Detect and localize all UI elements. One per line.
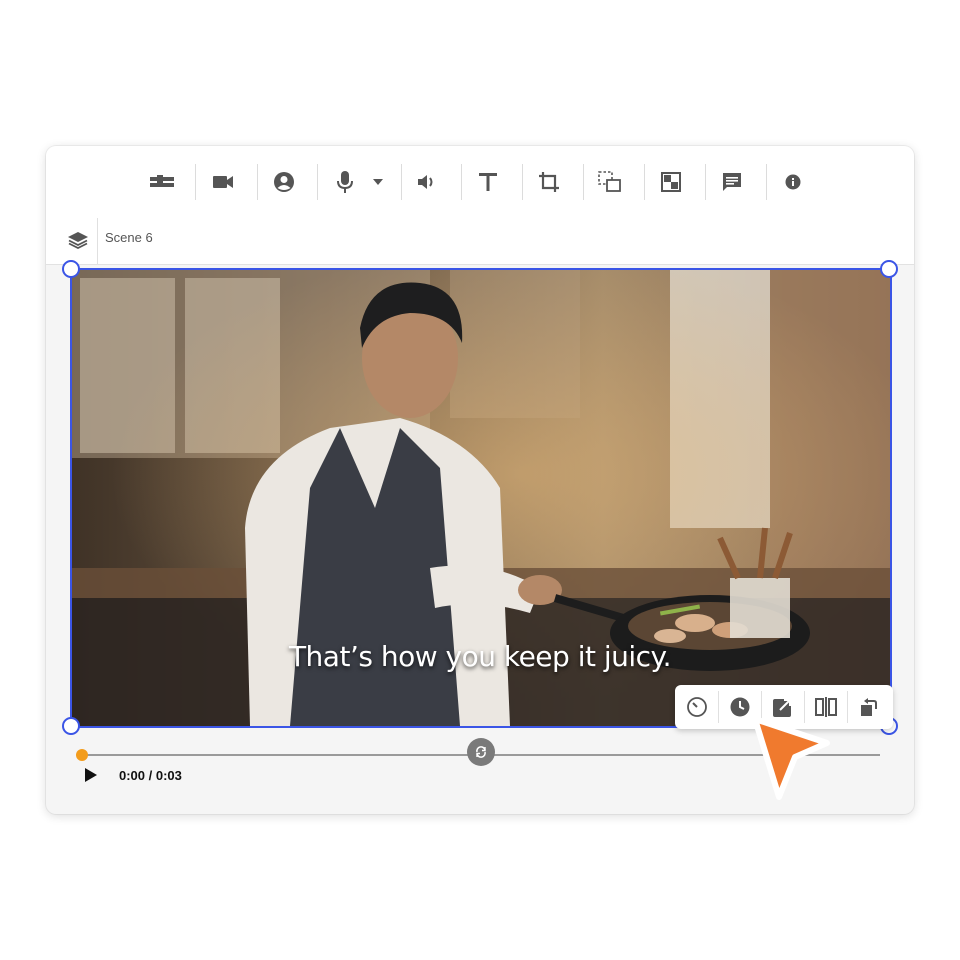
text-icon[interactable]	[468, 164, 508, 200]
rotate-icon[interactable]	[851, 691, 887, 723]
speaker-icon[interactable]	[407, 164, 447, 200]
playhead[interactable]	[76, 749, 88, 761]
resize-handle-top-left[interactable]	[62, 260, 80, 278]
time-display: 0:00 / 0:03	[119, 768, 182, 783]
transform-icon[interactable]	[590, 164, 630, 200]
scene-name: Scene 6	[105, 230, 153, 245]
overlay-icon[interactable]	[651, 164, 691, 200]
resize-handle-bottom-left[interactable]	[62, 717, 80, 735]
video-camera-icon[interactable]	[203, 164, 243, 200]
dropdown-arrow-icon[interactable]	[358, 164, 398, 200]
scene-bar: Scene 6	[46, 218, 914, 265]
play-button[interactable]	[84, 764, 104, 786]
layers-icon[interactable]	[64, 226, 92, 254]
resize-handle-top-right[interactable]	[880, 260, 898, 278]
video-frame[interactable]: That’s how you keep it juicy.	[70, 268, 890, 726]
top-toolbar	[46, 146, 914, 218]
layout-icon[interactable]	[142, 164, 182, 200]
speed-icon[interactable]	[679, 691, 715, 723]
crop-icon[interactable]	[529, 164, 569, 200]
external-link-icon[interactable]	[765, 691, 801, 723]
loop-icon[interactable]	[467, 738, 495, 766]
clip-toolbar	[675, 685, 893, 729]
timer-icon[interactable]	[722, 691, 758, 723]
split-icon[interactable]	[808, 691, 844, 723]
info-icon[interactable]	[773, 164, 813, 200]
avatar-icon[interactable]	[264, 164, 304, 200]
comment-icon[interactable]	[712, 164, 752, 200]
caption-text[interactable]: That’s how you keep it juicy.	[70, 640, 890, 673]
editor-panel: Scene 6 That’s how you keep it juicy. 0:…	[46, 146, 914, 814]
